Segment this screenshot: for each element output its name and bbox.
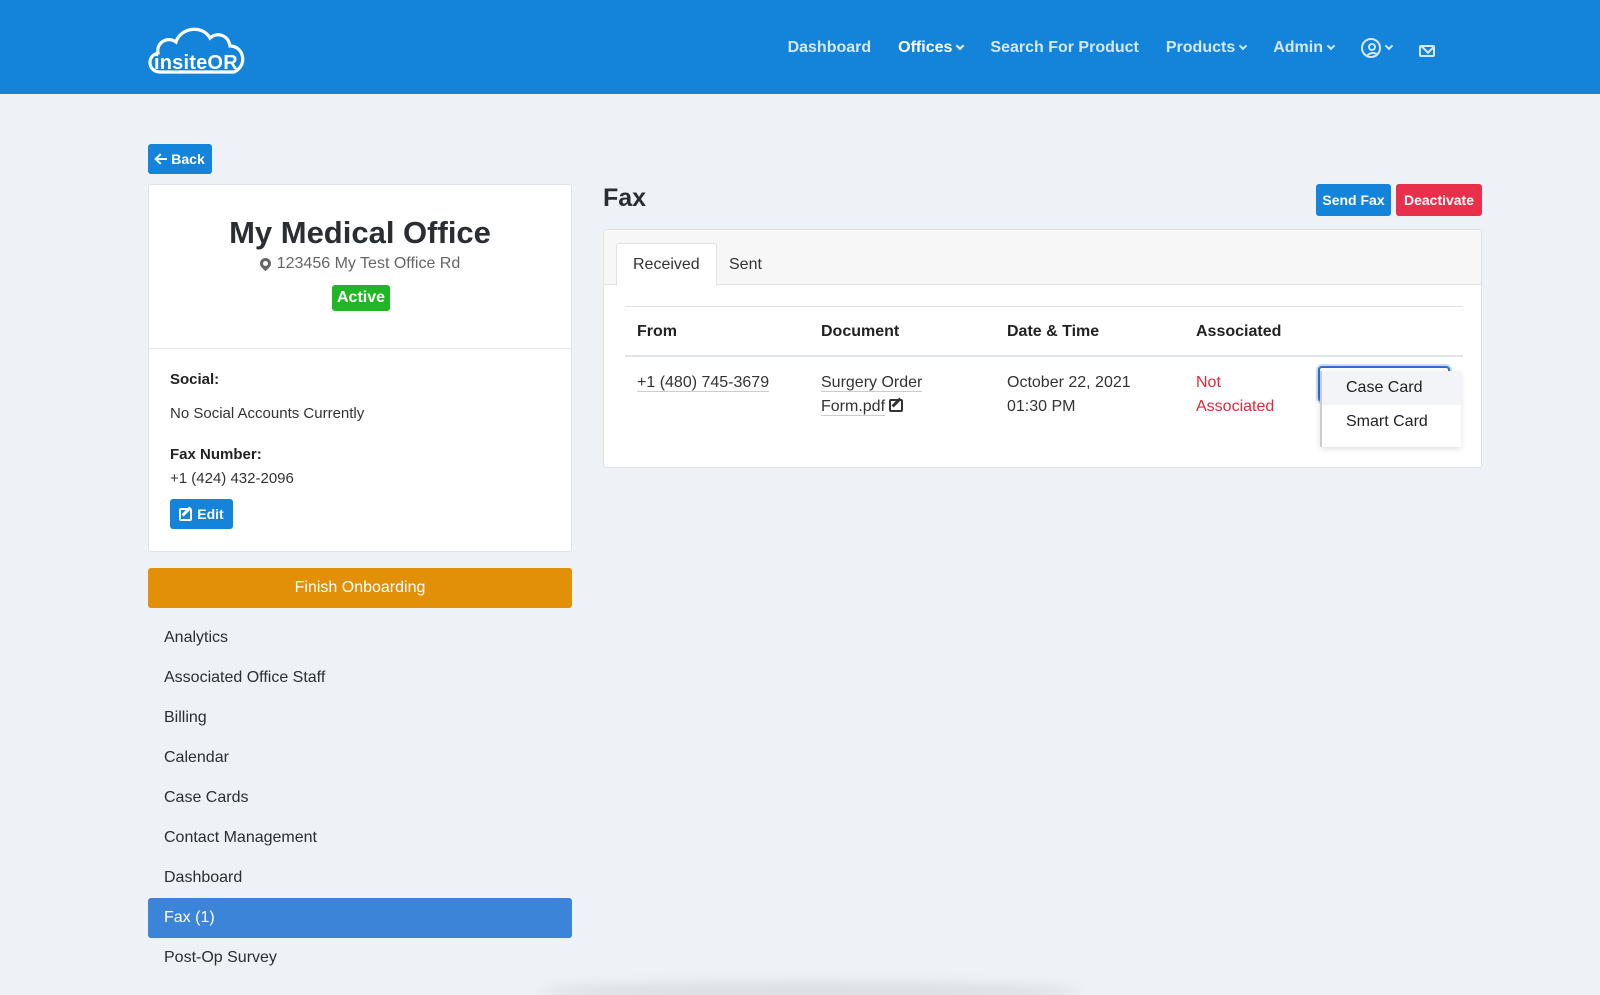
envelope-icon bbox=[1419, 45, 1435, 57]
column-header-document: Document bbox=[821, 323, 900, 340]
fax-document-link-line1[interactable]: Surgery Order bbox=[821, 374, 923, 392]
back-button-label: Back bbox=[171, 151, 205, 167]
back-button[interactable]: Back bbox=[148, 144, 212, 174]
sidebar-item-fax[interactable]: Fax (1) bbox=[148, 898, 572, 938]
tab-received[interactable]: Received bbox=[616, 243, 717, 286]
edit-office-button[interactable]: Edit bbox=[170, 499, 233, 529]
sidebar-item-label: Dashboard bbox=[164, 869, 243, 886]
insiteor-logo[interactable]: insiteOR bbox=[146, 22, 250, 78]
sidebar-item-label: Analytics bbox=[164, 629, 229, 646]
column-header-date-time: Date & Time bbox=[1007, 323, 1100, 340]
tab-sent[interactable]: Sent bbox=[713, 243, 778, 286]
sidebar-item-label: Contact Management bbox=[164, 829, 317, 846]
nav-admin[interactable]: Admin bbox=[1273, 39, 1336, 57]
nav-admin-label: Admin bbox=[1273, 39, 1323, 56]
table-header-row: From Document Date & Time Associated bbox=[625, 306, 1463, 357]
map-pin-icon bbox=[257, 255, 274, 271]
tab-label: Sent bbox=[729, 255, 762, 273]
card-divider bbox=[149, 348, 571, 349]
chevron-down-icon bbox=[1384, 41, 1394, 51]
user-circle-icon bbox=[1361, 38, 1381, 58]
sidebar-item-billing[interactable]: Billing bbox=[148, 698, 572, 738]
nav-dashboard[interactable]: Dashboard bbox=[788, 39, 872, 57]
nav-offices[interactable]: Offices bbox=[898, 39, 965, 57]
dropdown-option-case-card[interactable]: Case Card bbox=[1322, 371, 1461, 405]
nav-products-label: Products bbox=[1165, 39, 1236, 56]
nav-search-for-product[interactable]: Search For Product bbox=[990, 39, 1138, 57]
edit-button-label: Edit bbox=[197, 506, 224, 522]
finish-onboarding-label: Finish Onboarding bbox=[294, 579, 426, 596]
sidebar-item-label: Fax (1) bbox=[164, 909, 215, 926]
edit-icon bbox=[179, 507, 193, 521]
fax-number-value: +1 (424) 432-2096 bbox=[170, 470, 294, 487]
dropdown-option-smart-card[interactable]: Smart Card bbox=[1322, 405, 1461, 439]
sidebar-item-label: Post-Op Survey bbox=[164, 949, 277, 966]
sidebar-item-analytics[interactable]: Analytics bbox=[148, 618, 572, 658]
sidebar-item-label: Case Cards bbox=[164, 789, 249, 806]
office-profile-card: My Medical Office 123456 My Test Office … bbox=[148, 184, 572, 552]
dropdown-option-label: Case Card bbox=[1346, 379, 1423, 396]
fax-associated-status: Not Associated bbox=[1196, 371, 1274, 419]
fax-from: +1 (480) 745-3679 bbox=[637, 371, 770, 395]
fax-time: 01:30 PM bbox=[1007, 398, 1076, 415]
office-name: My Medical Office bbox=[229, 215, 491, 250]
nav-user-menu[interactable] bbox=[1361, 38, 1394, 58]
status-badge: Active bbox=[332, 285, 390, 311]
finish-onboarding-button[interactable]: Finish Onboarding bbox=[148, 568, 572, 608]
edit-document-icon[interactable] bbox=[889, 399, 904, 412]
send-fax-button[interactable]: Send Fax bbox=[1316, 184, 1391, 216]
tab-label: Received bbox=[633, 255, 700, 273]
office-address-text: 123456 My Test Office Rd bbox=[276, 255, 461, 272]
top-navbar: insiteOR Dashboard Offices Search For Pr… bbox=[0, 0, 1600, 94]
fax-tabbar: Received Sent bbox=[604, 230, 1481, 286]
assoc-status-line2: Associated bbox=[1196, 398, 1275, 415]
column-header-from: From bbox=[637, 323, 677, 340]
sidebar-item-calendar[interactable]: Calendar bbox=[148, 738, 572, 778]
sidebar-item-associated-office-staff[interactable]: Associated Office Staff bbox=[148, 658, 572, 698]
office-address: 123456 My Test Office Rd bbox=[149, 255, 571, 273]
arrow-left-icon bbox=[155, 154, 168, 164]
sidebar-item-label: Billing bbox=[164, 709, 207, 726]
sidebar-item-label: Calendar bbox=[164, 749, 229, 766]
chevron-down-icon bbox=[1326, 41, 1336, 51]
sidebar-item-post-op-survey[interactable]: Post-Op Survey bbox=[148, 938, 572, 978]
main-nav: Dashboard Offices Search For Product Pro… bbox=[761, 38, 1435, 58]
nav-messages[interactable] bbox=[1419, 39, 1435, 57]
sidebar-item-label: Associated Office Staff bbox=[164, 669, 326, 686]
column-header-associated: Associated bbox=[1196, 323, 1282, 340]
fax-date-time: October 22, 2021 01:30 PM bbox=[1007, 371, 1131, 419]
fax-document-link-line2[interactable]: Form.pdf bbox=[821, 398, 886, 416]
chevron-down-icon bbox=[956, 41, 965, 51]
office-sidebar-nav: Analytics Associated Office Staff Billin… bbox=[148, 618, 572, 978]
associate-dropdown-menu: Case Card Smart Card bbox=[1320, 371, 1461, 447]
nav-search-label: Search For Product bbox=[990, 39, 1139, 56]
fax-number-label: Fax Number: bbox=[170, 446, 262, 463]
nav-offices-label: Offices bbox=[898, 39, 953, 56]
send-fax-label: Send Fax bbox=[1322, 192, 1385, 208]
page-title: Fax bbox=[603, 184, 647, 212]
deactivate-label: Deactivate bbox=[1403, 192, 1475, 208]
nav-dashboard-label: Dashboard bbox=[787, 39, 872, 56]
sidebar-item-dashboard[interactable]: Dashboard bbox=[148, 858, 572, 898]
nav-products[interactable]: Products bbox=[1165, 39, 1248, 57]
chevron-down-icon bbox=[1238, 41, 1248, 51]
bottom-shadow bbox=[540, 982, 1080, 995]
deactivate-button[interactable]: Deactivate bbox=[1396, 184, 1482, 216]
logo-text: insiteOR bbox=[154, 52, 238, 74]
dropdown-option-label: Smart Card bbox=[1346, 413, 1428, 430]
assoc-status-line1: Not bbox=[1196, 374, 1221, 391]
fax-document: Surgery Order Form.pdf bbox=[821, 371, 923, 419]
social-value: No Social Accounts Currently bbox=[170, 405, 365, 422]
sidebar-item-case-cards[interactable]: Case Cards bbox=[148, 778, 572, 818]
fax-date: October 22, 2021 bbox=[1007, 374, 1131, 391]
fax-from-number[interactable]: +1 (480) 745-3679 bbox=[637, 374, 770, 392]
sidebar-item-contact-management[interactable]: Contact Management bbox=[148, 818, 572, 858]
social-label: Social: bbox=[170, 371, 220, 388]
